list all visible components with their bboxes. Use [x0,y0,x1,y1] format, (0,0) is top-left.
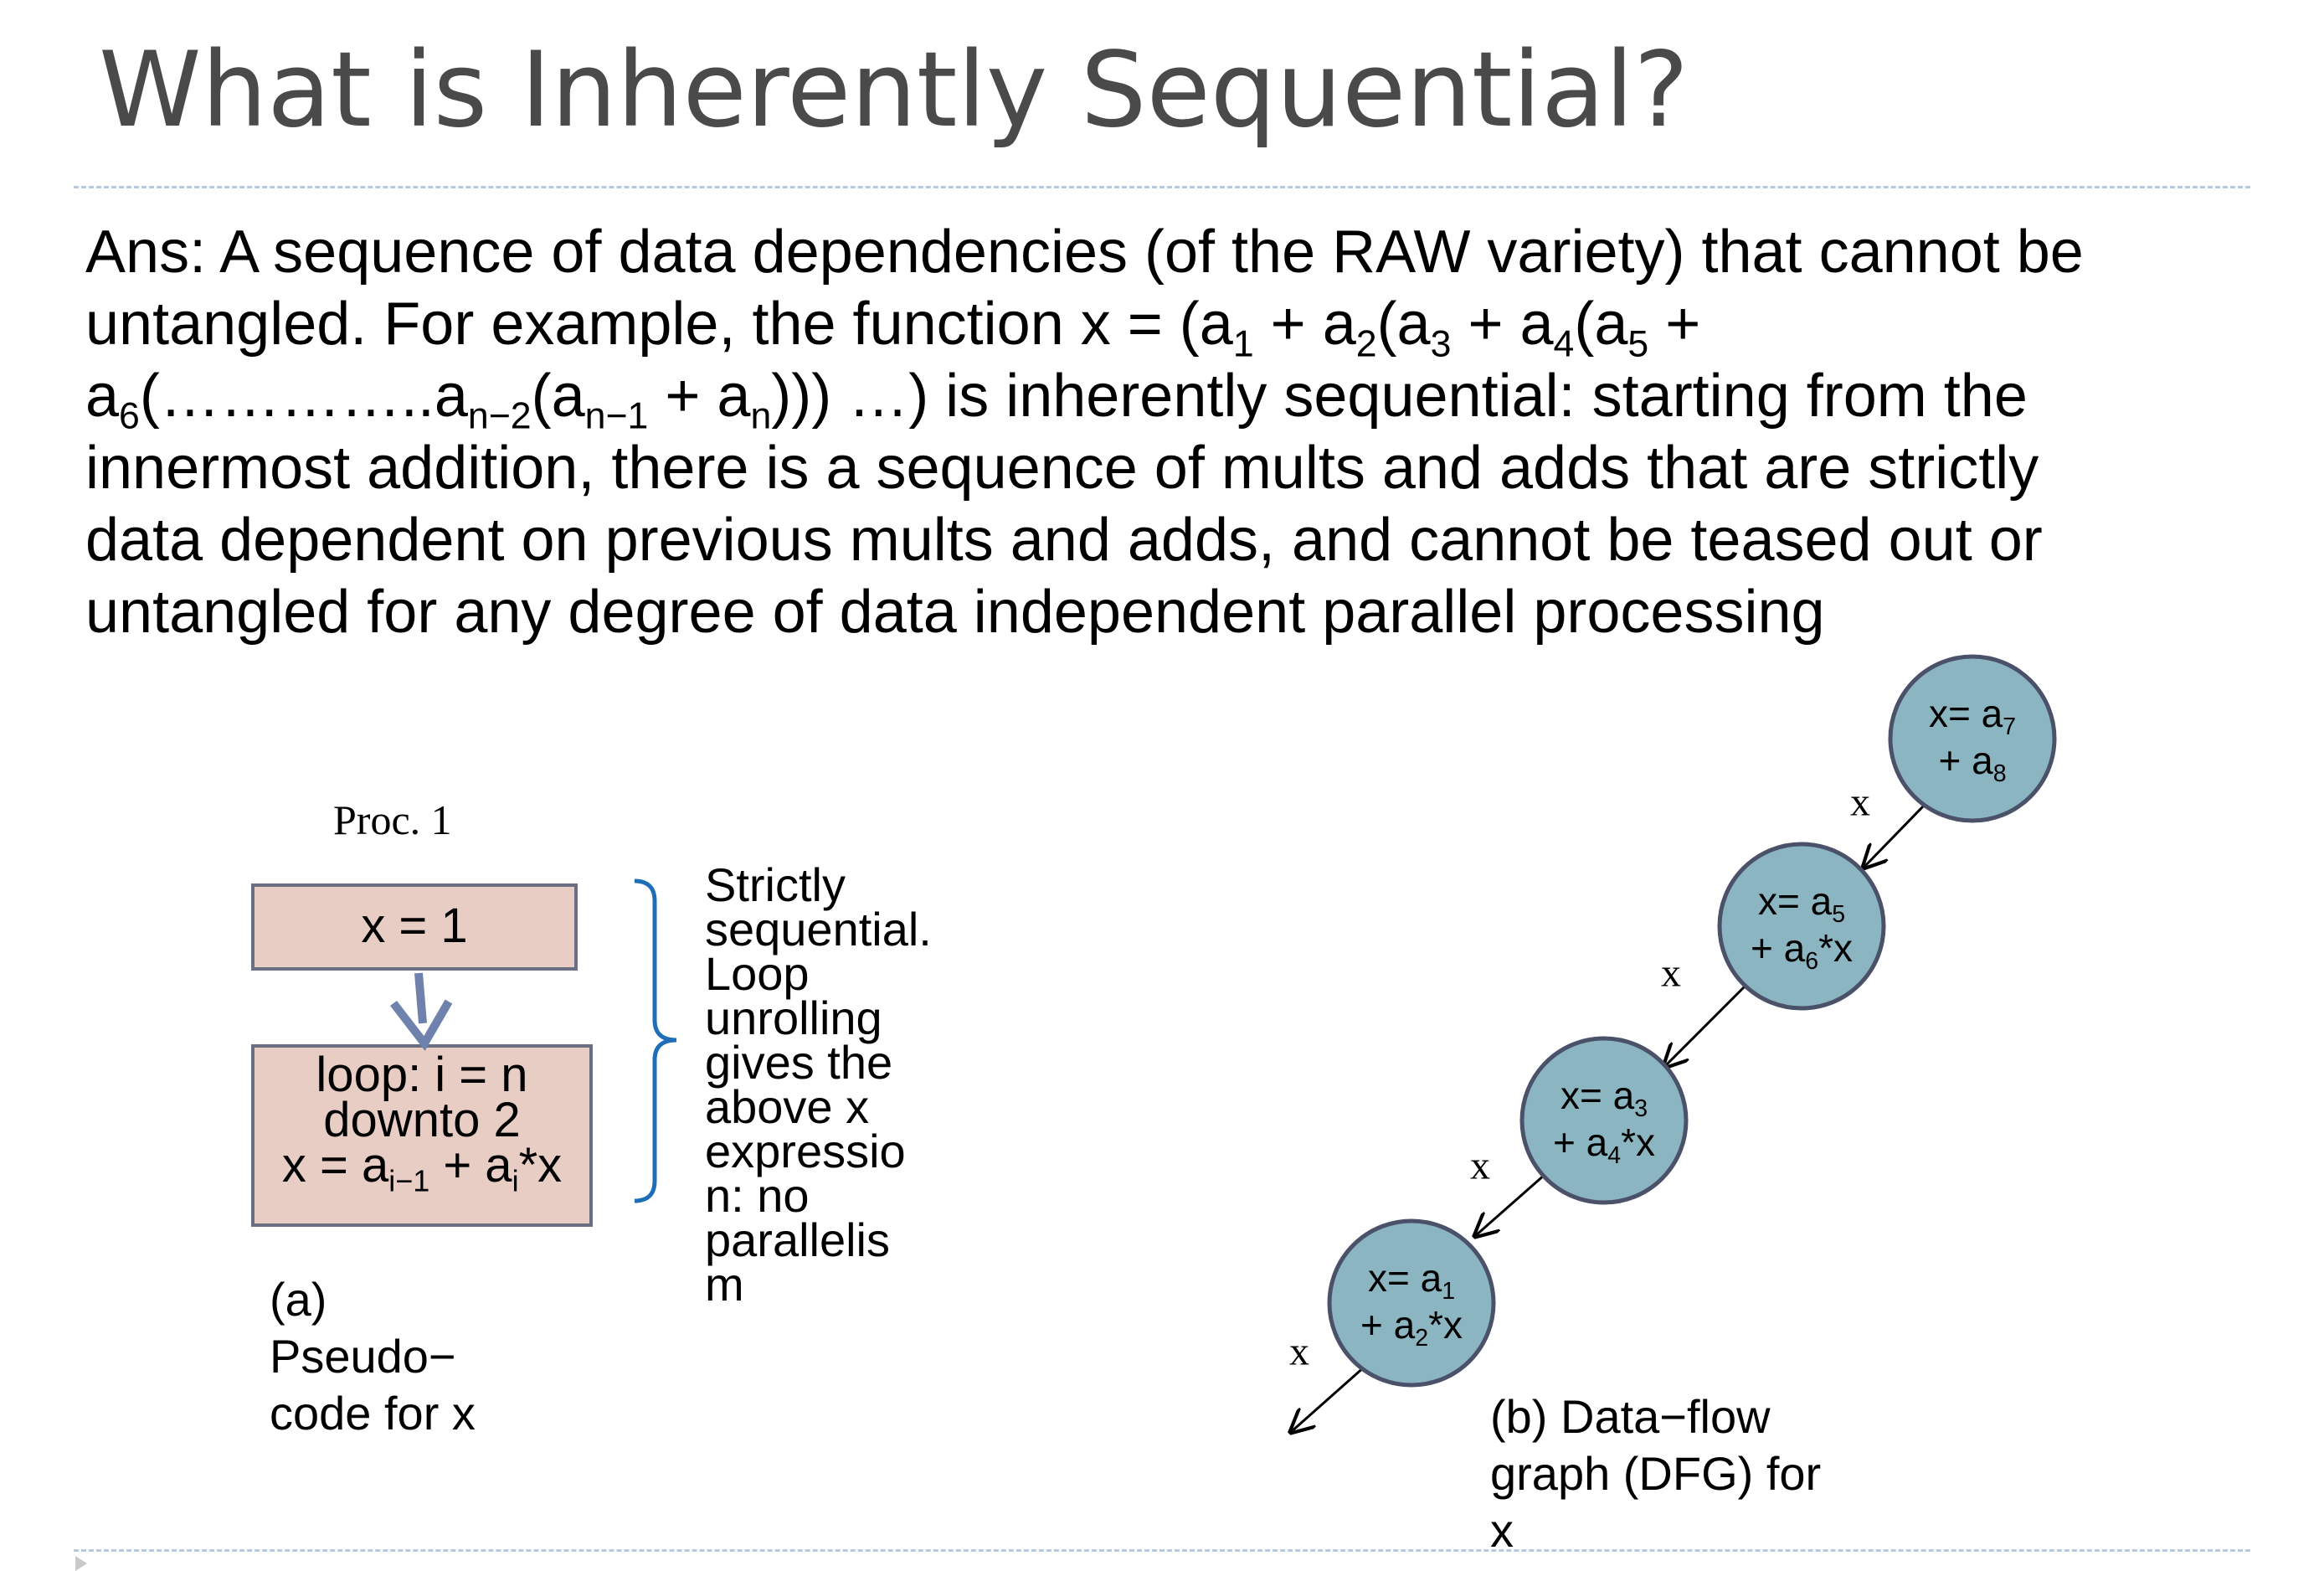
dfg-edge-arrow [1864,804,1926,868]
dfg-edge-arrow [1291,1365,1365,1432]
node-line: x= a7 [1928,692,2017,741]
edge-label-x: x [1661,950,1681,996]
caption-line: (b) Data−flow [1490,1390,1771,1443]
curly-brace [634,878,677,1203]
dfg-node-label: x= a5 + a6*x [1726,878,1877,976]
edge-label-x: x [1289,1329,1309,1374]
dfg-edge-arrow [1664,983,1748,1067]
dfg-node-label: x= a1 + a2*x [1336,1254,1487,1352]
node-line: x= a5 [1757,879,1846,929]
node-line: + a8 [1938,739,2007,788]
dfg-node-label: x= a7 + a8 [1897,690,2048,788]
node-line: + a2*x [1360,1303,1463,1352]
caption-line: graph (DFG) for [1490,1447,1822,1500]
node-line: + a6*x [1751,926,1853,976]
edge-label-x: x [1850,780,1870,825]
flow-arrow [390,972,453,1051]
footer-divider [74,1549,2250,1552]
node-line: + a4*x [1553,1120,1655,1170]
caption-dfg: (b) Data−flow graph (DFG) for x [1490,1388,1821,1559]
dfg-node-label: x= a3 + a4*x [1529,1072,1679,1170]
node-line: x= a3 [1560,1074,1648,1123]
node-line: x= a1 [1367,1256,1456,1306]
slide-marker-icon [75,1556,87,1571]
diagram-graphics [390,654,2057,1571]
edge-label-x: x [1470,1143,1490,1188]
